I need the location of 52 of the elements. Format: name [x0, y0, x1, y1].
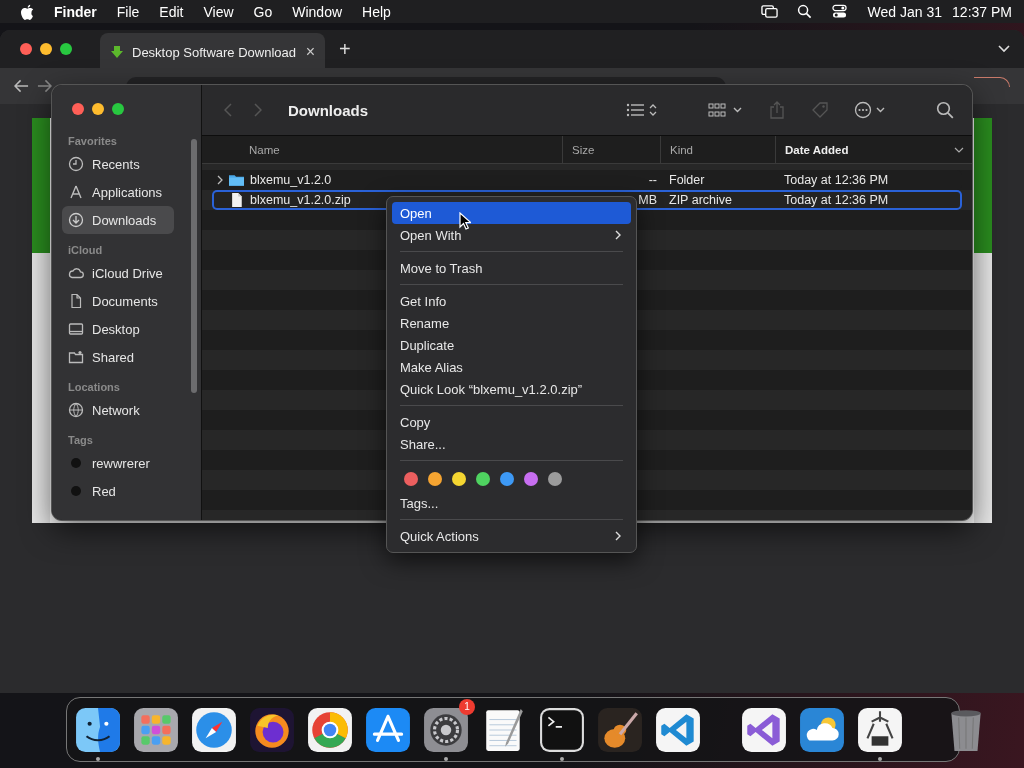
sidebar-item[interactable]: Desktop	[62, 315, 174, 343]
menu-item[interactable]: Tags...	[392, 492, 631, 514]
table-cell-text: ZIP archive	[668, 193, 733, 207]
menu-item[interactable]: Get Info	[392, 290, 631, 312]
sidebar-heading: Locations	[68, 381, 121, 393]
menu-item[interactable]: View	[203, 3, 234, 20]
sidebar-item[interactable]: rewwrerer	[62, 449, 174, 477]
notification-badge: 1	[459, 698, 475, 715]
sidebar-item[interactable]: Applications	[62, 178, 174, 206]
sidebar-item[interactable]: Downloads	[62, 206, 174, 234]
menu-bar-date[interactable]: Wed Jan 31	[867, 3, 943, 20]
menu-item[interactable]: Edit	[159, 3, 184, 20]
sidebar-item[interactable]: Network	[62, 396, 174, 424]
sidebar-item[interactable]: Documents	[62, 287, 174, 315]
table-cell-text: Today at 12:36 PM	[783, 173, 890, 187]
sidebar-item[interactable]: Recents	[62, 150, 174, 178]
menu-item[interactable]: Share...	[392, 433, 631, 455]
file-name: blxemu_v1.2.0	[250, 173, 332, 187]
browser-tab[interactable]: Desktop Software Download ×	[100, 33, 325, 71]
sidebar-item[interactable]: Red	[62, 477, 174, 505]
column-header[interactable]: Kind	[660, 136, 775, 163]
sidebar-heading: iCloud	[68, 244, 104, 256]
column-header[interactable]: Date Added	[775, 136, 972, 163]
window-title: Downloads	[288, 101, 368, 119]
new-tab-button[interactable]: +	[339, 37, 351, 61]
sidebar-item[interactable]: iCloud Drive	[62, 259, 174, 287]
menu-item[interactable]: Open With	[392, 224, 631, 246]
menu-item[interactable]: Window	[292, 3, 343, 20]
menu-item[interactable]: Quick Actions	[392, 525, 631, 547]
column-header[interactable]: Size	[562, 136, 660, 163]
close-tab-button[interactable]: ×	[305, 43, 315, 61]
menu-item[interactable]: Duplicate	[392, 334, 631, 356]
sidebar-heading: Tags	[68, 434, 94, 446]
menu-item[interactable]: Help	[362, 3, 391, 20]
menu-item[interactable]: Move to Trash	[392, 257, 631, 279]
menu-item[interactable]: Go	[253, 3, 273, 20]
file-name: blxemu_v1.2.0.zip	[250, 193, 351, 207]
table-cell-text: --	[647, 173, 658, 187]
menu-item[interactable]: Finder	[54, 3, 97, 20]
menu-item[interactable]: Open	[392, 202, 631, 224]
menu-bar-clock[interactable]: 12:37 PM	[952, 3, 1012, 20]
table-cell-text: MB	[637, 193, 658, 207]
sidebar-heading: Favorites	[68, 135, 118, 147]
menu-item[interactable]: Make Alias	[392, 356, 631, 378]
table-cell-text: Folder	[668, 173, 706, 187]
menu-item[interactable]: Copy	[392, 411, 631, 433]
menu-item[interactable]: File	[116, 3, 140, 20]
table-cell-text: Today at 12:36 PM	[783, 193, 890, 207]
sidebar-item[interactable]: Shared	[62, 343, 174, 371]
menu-item[interactable]: Quick Look “blxemu_v1.2.0.zip”	[392, 378, 631, 400]
column-header[interactable]: Name	[240, 136, 562, 163]
menu-item[interactable]: Rename	[392, 312, 631, 334]
